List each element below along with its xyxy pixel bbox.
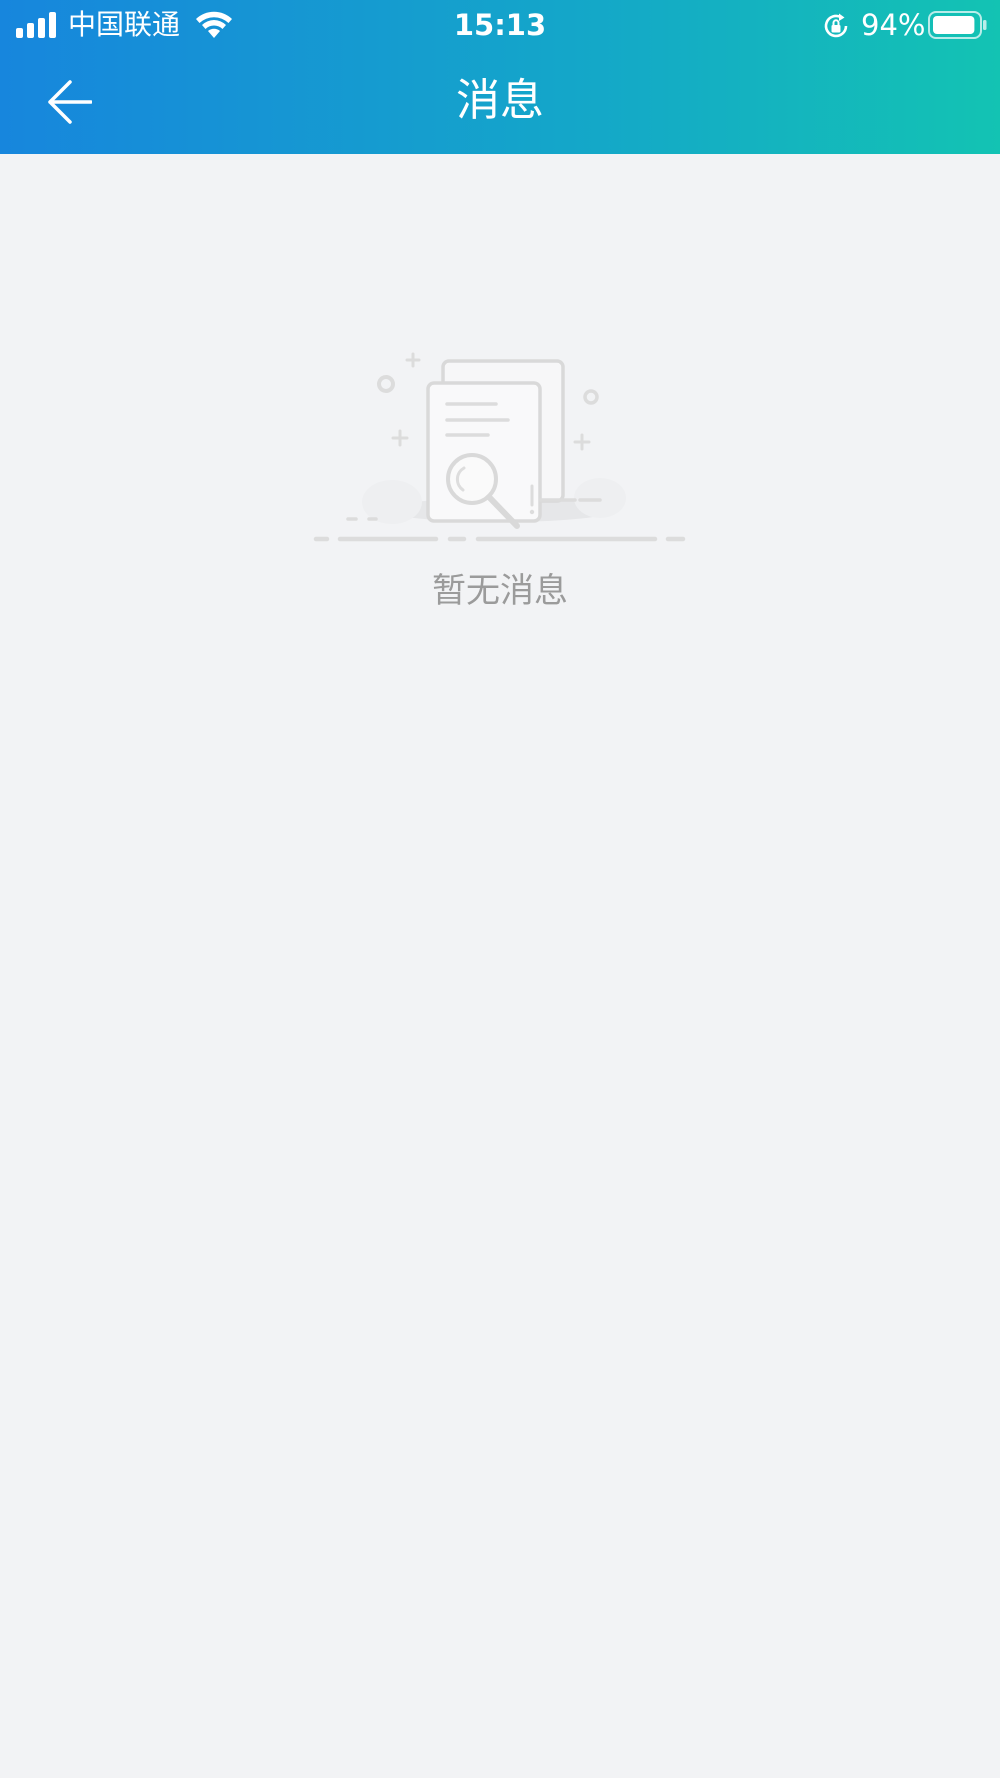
- empty-state: 暂无消息: [0, 340, 1000, 630]
- battery-icon: [928, 11, 987, 39]
- battery-percent: 94%: [861, 8, 926, 42]
- navigation-bar: 消息: [0, 50, 1000, 154]
- page-title: 消息: [456, 75, 544, 126]
- app-header: 中国联通 15:13 94% 消息: [0, 0, 1000, 154]
- empty-message: 暂无消息: [432, 571, 568, 611]
- status-bar: 中国联通 15:13 94%: [0, 0, 1000, 50]
- rotation-lock-icon: [824, 13, 848, 38]
- empty-document-search-icon: [313, 352, 686, 542]
